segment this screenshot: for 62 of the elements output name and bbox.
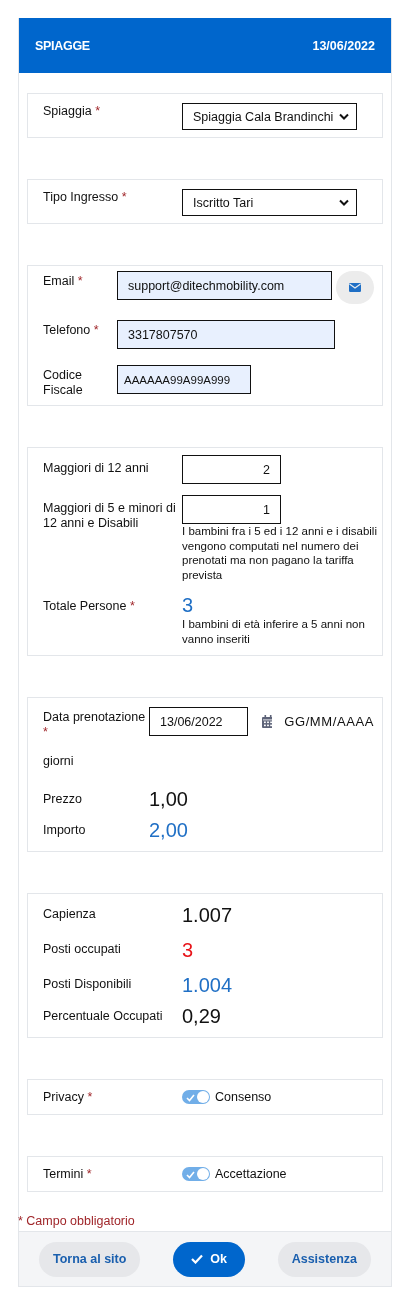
check-icon [186,1170,195,1179]
field-label: Data prenotazione [43,710,146,724]
required-mark: * [93,323,99,337]
calendar-icon [262,715,273,728]
help-text: I bambini fra i 5 ed i 12 anni e i disabili vengono computati nel numero dei prenotati ma non pagano la tariffa prevista [182,524,378,582]
envelope-icon [349,283,362,292]
field-label: Prezzo [43,791,82,806]
field-label: Codice Fiscale [43,368,83,397]
field-label: Maggiori di 12 anni [43,461,149,475]
required-mark: * [129,599,135,613]
total-value: 3 [182,593,195,617]
stat-value: 1.007 [182,902,233,927]
input-field[interactable]: 3317807570 [117,320,335,349]
amount-value: 2,00 [149,818,188,842]
field-label: Termini [43,1166,84,1181]
date-format-hint: GG/MM/AAAA [284,714,374,729]
field-label: Tipo Ingresso [43,190,119,204]
field-label: Email [43,274,75,288]
field-label: giorni [43,754,74,768]
stat-value: 0,29 [182,1004,221,1028]
toggle-switch[interactable] [182,1090,210,1104]
stat-value: 3 [182,937,194,962]
required-field-note: * Campo obbligatorio [18,1214,136,1230]
input-field[interactable]: 2 [182,455,281,484]
field-label: Privacy [43,1089,84,1104]
required-mark: * [77,274,83,288]
ok-button[interactable]: Ok [173,1241,245,1277]
required-mark: * [121,190,127,204]
stat-value: 1.004 [182,972,233,997]
check-icon [186,1093,195,1102]
chevron-down-icon [339,199,349,206]
help-text: I bambini di età inferire a 5 anni non vanno inseriti [182,617,366,646]
field-label: Spiaggia [43,104,92,118]
chevron-down-icon [339,113,349,120]
check-icon [191,1254,204,1264]
required-mark: * [86,1166,92,1181]
amount-value: 1,00 [149,787,188,811]
email-button[interactable] [336,271,374,304]
header-date: 13/06/2022 [312,38,375,53]
input-field[interactable]: 1 [182,495,281,524]
required-mark: * [87,1089,93,1104]
input-field[interactable]: 13/06/2022 [149,707,248,736]
dropdown[interactable]: Iscritto Tari [182,189,357,216]
field-label: Posti Disponibili [43,977,132,991]
field-label: Telefono [43,323,91,337]
footer-button[interactable]: Assistenza [277,1241,371,1277]
footer-button[interactable]: Torna al sito [39,1241,141,1277]
page-title: SPIAGGE [35,38,90,53]
toggle-label: Consenso [215,1090,272,1104]
field-label: Importo [43,822,86,837]
required-mark: * [43,725,48,739]
input-field[interactable]: support@ditechmobility.com [117,271,333,300]
field-label: Totale Persone [43,599,127,613]
field-label: Maggiori di 5 e minori di 12 anni e Disabili [43,501,176,530]
field-label: Percentuale Occupati [43,1008,163,1023]
toggle-label: Accettazione [215,1167,287,1181]
field-label: Posti occupati [43,942,121,956]
required-mark: * [95,104,100,118]
field-label: Capienza [43,907,96,921]
toggle-switch[interactable] [182,1167,210,1181]
dropdown[interactable]: Spiaggia Cala Brandinchi [182,103,357,130]
input-field[interactable]: AAAAAA99A99A999 [117,365,251,394]
